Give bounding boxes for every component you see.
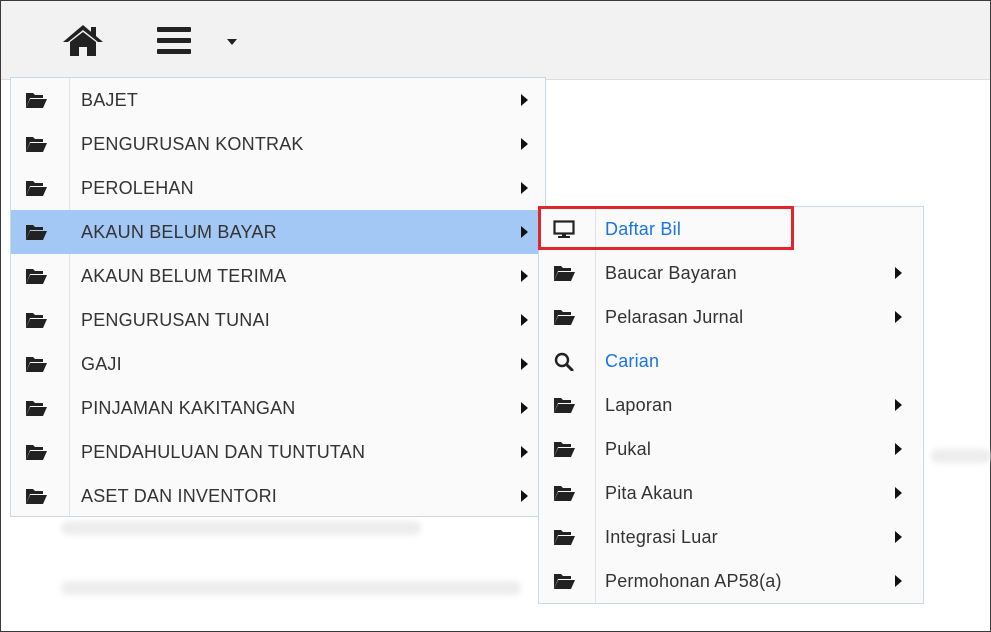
chevron-right-icon <box>895 311 902 323</box>
chevron-right-icon <box>895 267 902 279</box>
folder-open-icon <box>25 354 47 374</box>
menu-item-pengurusan-tunai[interactable]: PENGURUSAN TUNAI <box>11 298 545 342</box>
chevron-right-icon <box>521 446 528 458</box>
folder-open-icon <box>25 222 47 242</box>
menu-item-label: ASET DAN INVENTORI <box>81 486 277 506</box>
chevron-right-icon <box>521 270 528 282</box>
folder-open-icon <box>25 134 47 154</box>
menu-item-akaun-belum-terima[interactable]: AKAUN BELUM TERIMA <box>11 254 545 298</box>
menu-item-perolehan[interactable]: PEROLEHAN <box>11 166 545 210</box>
chevron-right-icon <box>895 575 902 587</box>
submenu-item-label: Baucar Bayaran <box>605 263 737 283</box>
folder-open-icon <box>553 483 575 503</box>
menu-item-label: PENGURUSAN TUNAI <box>81 310 270 330</box>
submenu-item-label: Pita Akaun <box>605 483 694 503</box>
chevron-right-icon <box>521 138 528 150</box>
chevron-right-icon <box>895 399 902 411</box>
menu-item-aset-dan-inventori[interactable]: ASET DAN INVENTORI <box>11 474 545 518</box>
submenu-item-label: Carian <box>605 351 660 371</box>
menu-item-label: PEROLEHAN <box>81 178 194 198</box>
chevron-right-icon <box>521 226 528 238</box>
folder-open-icon <box>25 486 47 506</box>
chevron-right-icon <box>521 358 528 370</box>
chevron-right-icon <box>895 443 902 455</box>
search-icon <box>553 351 575 372</box>
chevron-right-icon <box>521 490 528 502</box>
folder-open-icon <box>25 398 47 418</box>
submenu-item-pita-akaun[interactable]: Pita Akaun <box>539 471 923 515</box>
folder-open-icon <box>553 307 575 327</box>
folder-open-icon <box>553 439 575 459</box>
submenu-item-pelarasan-jurnal[interactable]: Pelarasan Jurnal <box>539 295 923 339</box>
menu-item-label: AKAUN BELUM BAYAR <box>81 222 277 242</box>
highlight-box <box>538 206 794 250</box>
main-menu-toggle[interactable] <box>149 23 239 59</box>
chevron-right-icon <box>521 182 528 194</box>
folder-open-icon <box>25 442 47 462</box>
folder-open-icon <box>553 571 575 591</box>
submenu-item-label: Pukal <box>605 439 652 459</box>
submenu-item-integrasi-luar[interactable]: Integrasi Luar <box>539 515 923 559</box>
folder-open-icon <box>553 527 575 547</box>
folder-open-icon <box>25 310 47 330</box>
home-button[interactable] <box>61 23 105 57</box>
folder-open-icon <box>553 263 575 283</box>
submenu-akaun-belum-bayar: Daftar Bil Baucar Bayaran Pelarasan Jurnal… <box>538 206 924 604</box>
submenu-item-label: Pelarasan Jurnal <box>605 307 744 327</box>
menu-item-label: PENGURUSAN KONTRAK <box>81 134 304 154</box>
chevron-down-icon <box>227 39 237 45</box>
chevron-right-icon <box>521 94 528 106</box>
folder-open-icon <box>553 395 575 415</box>
chevron-right-icon <box>521 402 528 414</box>
menu-item-pendahuluan-dan-tuntutan[interactable]: PENDAHULUAN DAN TUNTUTAN <box>11 430 545 474</box>
submenu-item-label: Integrasi Luar <box>605 527 718 547</box>
submenu-item-label: Laporan <box>605 395 673 415</box>
home-icon <box>63 25 103 56</box>
top-toolbar <box>1 1 990 80</box>
menu-item-label: GAJI <box>81 354 122 374</box>
chevron-right-icon <box>895 531 902 543</box>
chevron-right-icon <box>895 487 902 499</box>
chevron-right-icon <box>521 314 528 326</box>
submenu-item-carian[interactable]: Carian <box>539 339 923 383</box>
submenu-item-pukal[interactable]: Pukal <box>539 427 923 471</box>
menu-item-label: AKAUN BELUM TERIMA <box>81 266 287 286</box>
submenu-item-label: Permohonan AP58(a) <box>605 571 782 591</box>
main-menu: BAJET PENGURUSAN KONTRAK PEROLEHAN AKAUN BE… <box>10 77 546 517</box>
submenu-item-baucar-bayaran[interactable]: Baucar Bayaran <box>539 251 923 295</box>
menu-item-label: BAJET <box>81 90 139 110</box>
folder-open-icon <box>25 178 47 198</box>
submenu-item-permohonan-ap58-a[interactable]: Permohonan AP58(a) <box>539 559 923 603</box>
folder-open-icon <box>25 90 47 110</box>
menu-item-akaun-belum-bayar[interactable]: AKAUN BELUM BAYAR <box>11 210 545 254</box>
menu-item-bajet[interactable]: BAJET <box>11 78 545 122</box>
menu-item-gaji[interactable]: GAJI <box>11 342 545 386</box>
submenu-item-laporan[interactable]: Laporan <box>539 383 923 427</box>
menu-item-label: PENDAHULUAN DAN TUNTUTAN <box>81 442 366 462</box>
menu-item-pengurusan-kontrak[interactable]: PENGURUSAN KONTRAK <box>11 122 545 166</box>
menu-item-pinjaman-kakitangan[interactable]: PINJAMAN KAKITANGAN <box>11 386 545 430</box>
menu-item-label: PINJAMAN KAKITANGAN <box>81 398 296 418</box>
folder-open-icon <box>25 266 47 286</box>
